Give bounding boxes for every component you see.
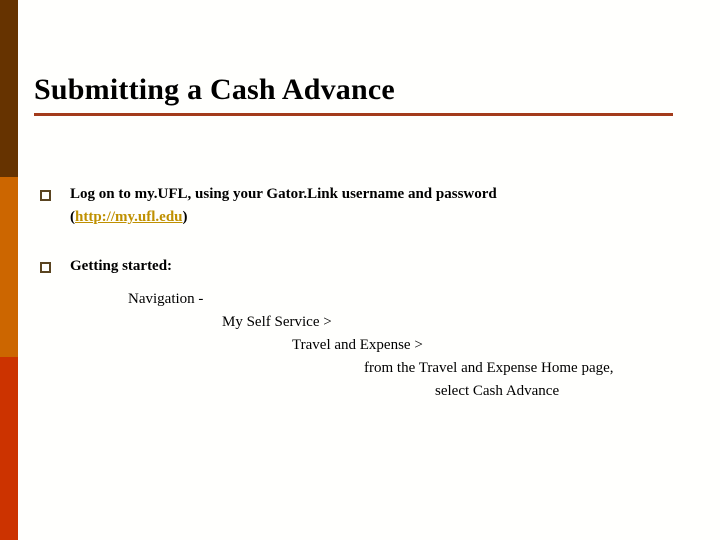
slide-body: Log on to my.UFL, using your Gator.Link … bbox=[34, 183, 684, 403]
decor-band-middle bbox=[0, 177, 18, 357]
bullet-item-getting-started: Getting started: Navigation - My Self Se… bbox=[34, 255, 684, 403]
title-divider-rule bbox=[34, 113, 673, 116]
nav-path-line: from the Travel and Expense Home page, bbox=[364, 360, 614, 376]
title-block: Submitting a Cash Advance bbox=[34, 72, 676, 108]
slide-canvas: Submitting a Cash Advance Log on to my.U… bbox=[0, 0, 720, 540]
bullet-item-logon: Log on to my.UFL, using your Gator.Link … bbox=[34, 183, 684, 229]
square-bullet-icon bbox=[40, 262, 51, 273]
page-title: Submitting a Cash Advance bbox=[34, 73, 395, 106]
paren-close: ) bbox=[182, 209, 188, 225]
bullet-item-getting-started-text: Getting started: bbox=[70, 258, 173, 274]
bullet-item-logon-text: Log on to my.UFL, using your Gator.Link … bbox=[70, 186, 497, 202]
nav-path-line: Navigation - bbox=[128, 291, 204, 307]
navigation-path-block: Navigation - My Self Service > Travel an… bbox=[70, 288, 684, 403]
decor-band-top bbox=[0, 0, 18, 177]
nav-path-line: My Self Service > bbox=[222, 314, 332, 330]
nav-path-line: select Cash Advance bbox=[435, 383, 560, 399]
nav-path-line: Travel and Expense > bbox=[292, 337, 423, 353]
square-bullet-icon bbox=[40, 190, 51, 201]
decor-band-bottom bbox=[0, 357, 18, 540]
bullet-item-logon-url-line: (http://my.ufl.edu) bbox=[70, 206, 684, 229]
myufl-link[interactable]: http://my.ufl.edu bbox=[75, 209, 183, 225]
